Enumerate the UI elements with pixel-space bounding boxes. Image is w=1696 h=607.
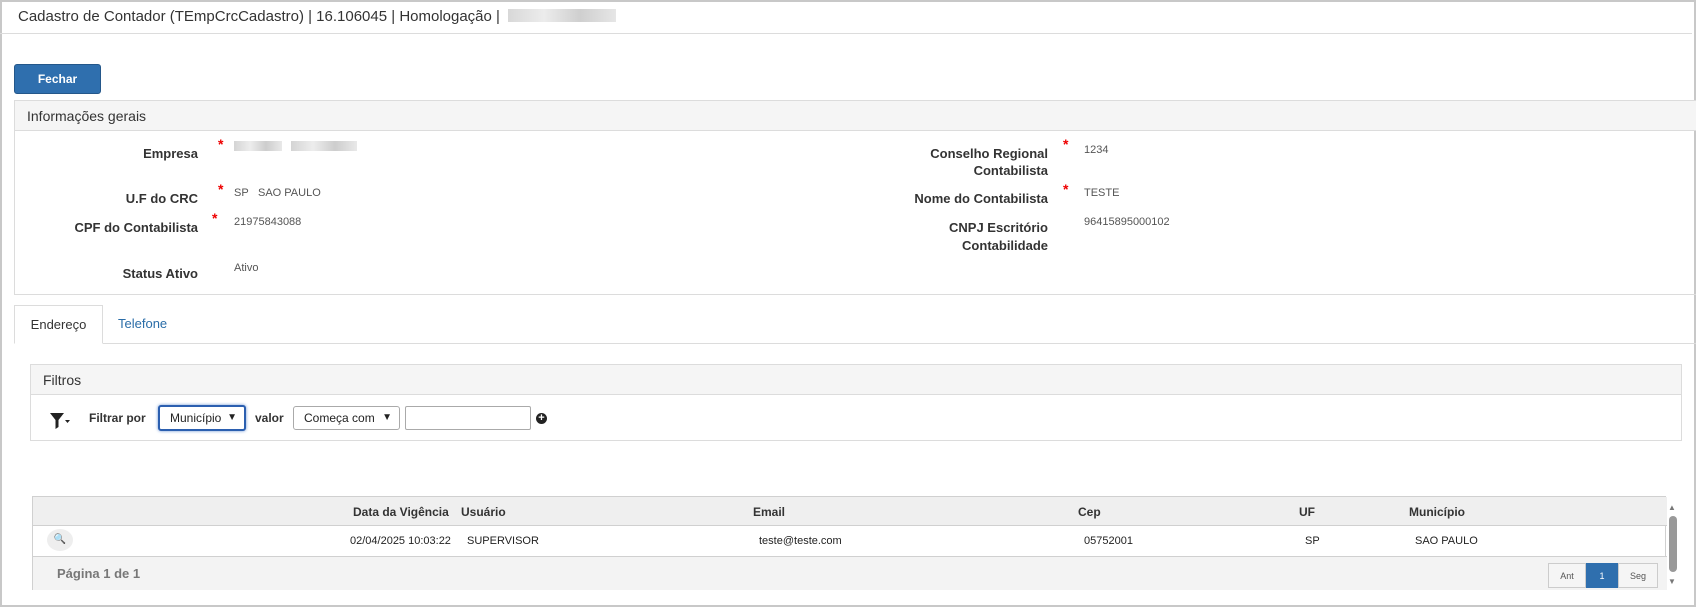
redacted-text (234, 141, 282, 151)
window-title-bar: Cadastro de Contador (TEmpCrcCadastro) |… (0, 0, 1692, 34)
cell-email: teste@teste.com (759, 535, 842, 547)
required-marker: * (218, 181, 224, 197)
cell-usuario: SUPERVISOR (467, 535, 539, 547)
plus-circle-icon[interactable]: + (536, 413, 547, 424)
empresa-value (234, 141, 358, 154)
magnifier-icon[interactable]: 🔍 (47, 529, 73, 551)
value-label: valor (255, 411, 284, 425)
filter-field-select[interactable]: Município ▼ (158, 405, 246, 431)
operator-select[interactable]: Começa com ▼ (293, 406, 400, 430)
column-header[interactable]: Município (1409, 505, 1465, 519)
status-label: Status Ativo (122, 266, 198, 281)
nome-label: Nome do Contabilista (914, 191, 1048, 206)
status-value: Ativo (234, 262, 259, 274)
grid-header: Data da Vigência Usuário Email Cep UF Mu… (33, 497, 1667, 526)
filter-icon[interactable] (49, 411, 71, 431)
column-header[interactable]: Cep (1078, 505, 1101, 519)
next-page-button[interactable]: Seg (1618, 563, 1658, 588)
uf-crc-name: SAO PAULO (258, 187, 321, 199)
window-title: Cadastro de Contador (TEmpCrcCadastro) |… (18, 8, 500, 25)
column-header[interactable]: Usuário (461, 505, 506, 519)
chevron-down-icon: ▼ (227, 412, 237, 423)
conselho-label-line2: Contabilista (973, 163, 1048, 178)
uf-crc-code: SP (234, 187, 249, 199)
chevron-down-icon: ▼ (382, 412, 392, 423)
grid-scrollbar[interactable]: ▲ ▼ (1666, 503, 1680, 591)
filters-panel: Filtros (30, 364, 1682, 441)
column-header[interactable]: Email (753, 505, 785, 519)
cell-municipio: SAO PAULO (1415, 535, 1478, 547)
filter-by-label: Filtrar por (89, 411, 146, 425)
filter-value-input[interactable] (405, 406, 531, 430)
filter-field-value: Município (170, 411, 222, 425)
prev-page-button[interactable]: Ant (1548, 563, 1586, 588)
scroll-down-arrow-icon[interactable]: ▼ (1668, 577, 1676, 586)
conselho-value: 1234 (1084, 144, 1109, 156)
cnpj-label-line2: Contabilidade (962, 238, 1048, 253)
page-1-button[interactable]: 1 (1586, 563, 1618, 588)
cell-cep: 05752001 (1084, 535, 1133, 547)
address-grid: Data da Vigência Usuário Email Cep UF Mu… (32, 496, 1667, 590)
general-info-header: Informações gerais (15, 101, 1696, 131)
conselho-label-line1: Conselho Regional (930, 146, 1048, 161)
tab-endereco[interactable]: Endereço (14, 305, 103, 344)
cnpj-label-line1: CNPJ Escritório (949, 220, 1048, 235)
required-marker: * (218, 136, 224, 152)
cell-uf: SP (1305, 535, 1320, 547)
tabs-divider (14, 343, 1696, 344)
page-info: Página 1 de 1 (57, 566, 141, 581)
cnpj-value: 96415895000102 (1084, 216, 1170, 228)
redacted-environment (508, 9, 617, 22)
scrollbar-thumb[interactable] (1669, 516, 1677, 572)
pagination-bar: Página 1 de 1 Ant 1 Seg (33, 556, 1667, 590)
empresa-label: Empresa (143, 146, 198, 161)
cpf-label: CPF do Contabilista (74, 220, 199, 235)
filters-header: Filtros (31, 365, 1681, 395)
required-marker: * (212, 210, 218, 226)
column-header[interactable]: UF (1299, 505, 1315, 519)
close-button[interactable]: Fechar (14, 64, 101, 94)
column-header[interactable]: Data da Vigência (353, 505, 449, 519)
tab-telefone[interactable]: Telefone (118, 305, 167, 344)
required-marker: * (1063, 136, 1069, 152)
uf-crc-label: U.F do CRC (125, 191, 198, 206)
cpf-value: 21975843088 (234, 216, 302, 228)
operator-value: Começa com (304, 411, 375, 425)
scroll-up-arrow-icon[interactable]: ▲ (1668, 503, 1676, 512)
nome-value: TESTE (1084, 187, 1120, 199)
cell-data-vigencia: 02/04/2025 10:03:22 (350, 535, 451, 547)
required-marker: * (1063, 181, 1069, 197)
redacted-text (291, 141, 358, 151)
